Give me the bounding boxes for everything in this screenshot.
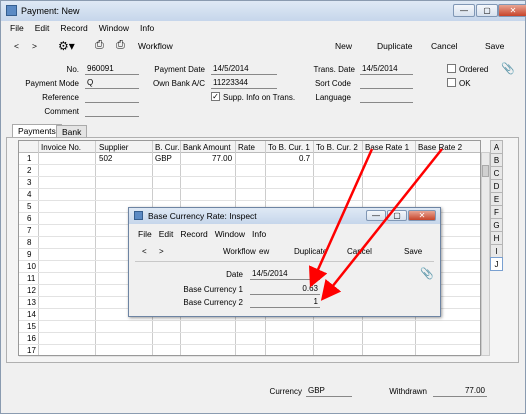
annotation-arrows [309, 148, 443, 301]
arrow-base-rate-2 [320, 148, 443, 301]
arrow-base-rate-1 [309, 148, 374, 288]
